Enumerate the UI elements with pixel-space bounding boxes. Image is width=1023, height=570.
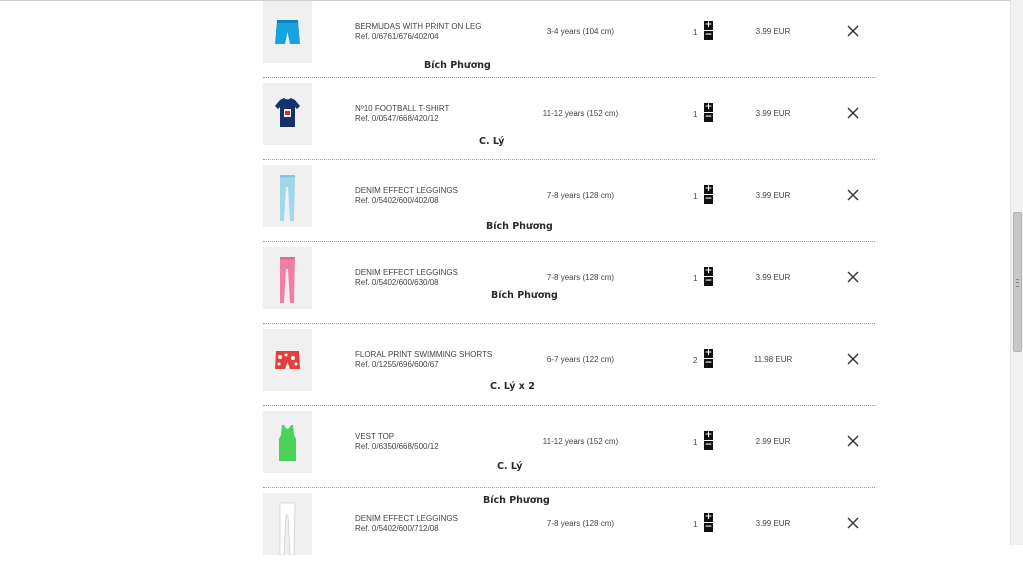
- item-price: 2.99 EUR: [755, 437, 791, 446]
- increase-quantity-button[interactable]: +: [704, 267, 713, 276]
- vertical-scrollbar[interactable]: [1010, 0, 1023, 545]
- buyer-note: Bích Phương: [486, 221, 553, 232]
- decrease-quantity-button[interactable]: −: [704, 523, 713, 532]
- product-ref: Ref. 0/5402/600/630/08: [355, 278, 439, 287]
- scrollbar-grip-icon: [1016, 279, 1019, 287]
- blue-bermuda-shorts-image: [275, 20, 300, 44]
- white-leggings-image: [279, 502, 296, 555]
- remove-item-close-icon[interactable]: [846, 270, 860, 284]
- product-size: 7-8 years (128 cm): [546, 191, 615, 200]
- cart-items-list: BERMUDAS WITH PRINT ON LEG Ref. 0/6761/6…: [263, 0, 875, 555]
- decrease-quantity-button[interactable]: −: [704, 113, 713, 122]
- buyer-note: Bích Phương: [424, 60, 491, 71]
- decrease-quantity-button[interactable]: −: [704, 31, 713, 40]
- decrease-quantity-button[interactable]: −: [704, 441, 713, 450]
- product-thumbnail[interactable]: [263, 1, 312, 63]
- cart-item-row: DENIM EFFECT LEGGINGS Ref. 0/5402/600/71…: [263, 488, 875, 570]
- product-ref: Ref. 0/6350/668/500/12: [355, 442, 439, 451]
- scrollbar-thumb[interactable]: [1013, 212, 1022, 352]
- product-thumbnail[interactable]: [263, 247, 312, 309]
- product-ref: Ref. 0/5402/600/712/08: [355, 524, 439, 533]
- product-name[interactable]: FLORAL PRINT SWIMMING SHORTS: [355, 350, 492, 359]
- cart-item-row: FLORAL PRINT SWIMMING SHORTS Ref. 0/1255…: [263, 324, 875, 406]
- item-price: 3.99 EUR: [755, 191, 791, 200]
- product-size: 7-8 years (128 cm): [546, 273, 615, 282]
- product-size: 3-4 years (104 cm): [546, 27, 615, 36]
- item-price: 3.99 EUR: [755, 519, 791, 528]
- product-name[interactable]: DENIM EFFECT LEGGINGS: [355, 186, 458, 195]
- cart-item-row: DENIM EFFECT LEGGINGS Ref. 0/5402/600/40…: [263, 160, 875, 242]
- remove-item-close-icon[interactable]: [846, 516, 860, 530]
- quantity-value: 1: [693, 110, 698, 119]
- remove-item-close-icon[interactable]: [846, 106, 860, 120]
- product-name[interactable]: Nº10 FOOTBALL T-SHIRT: [355, 104, 449, 113]
- buyer-note: C. Lý: [479, 136, 505, 147]
- product-thumbnail[interactable]: [263, 411, 312, 473]
- cart-item-row: BERMUDAS WITH PRINT ON LEG Ref. 0/6761/6…: [263, 0, 875, 78]
- product-ref: Ref. 0/1255/696/600/67: [355, 360, 439, 369]
- product-size: 7-8 years (128 cm): [546, 519, 615, 528]
- product-ref: Ref. 0/5402/600/402/08: [355, 196, 439, 205]
- quantity-value: 1: [693, 520, 698, 529]
- quantity-value: 2: [693, 356, 698, 365]
- product-thumbnail[interactable]: [263, 83, 312, 145]
- product-size: 6-7 years (122 cm): [546, 355, 615, 364]
- product-name[interactable]: BERMUDAS WITH PRINT ON LEG: [355, 22, 482, 31]
- buyer-note: C. Lý x 2: [490, 381, 535, 392]
- remove-item-close-icon[interactable]: [846, 188, 860, 202]
- item-price: 11.98 EUR: [753, 355, 793, 364]
- decrease-quantity-button[interactable]: −: [704, 277, 713, 286]
- quantity-value: 1: [693, 28, 698, 37]
- product-name[interactable]: DENIM EFFECT LEGGINGS: [355, 268, 458, 277]
- increase-quantity-button[interactable]: +: [704, 349, 713, 358]
- increase-quantity-button[interactable]: +: [704, 185, 713, 194]
- pink-leggings-image: [280, 257, 295, 303]
- remove-item-close-icon[interactable]: [846, 434, 860, 448]
- product-size: 11-12 years (152 cm): [542, 437, 619, 446]
- increase-quantity-button[interactable]: +: [704, 21, 713, 30]
- product-name[interactable]: DENIM EFFECT LEGGINGS: [355, 514, 458, 523]
- floral-swim-shorts-image: [275, 351, 300, 369]
- product-ref: Ref. 0/0547/668/420/12: [355, 114, 439, 123]
- quantity-value: 1: [693, 438, 698, 447]
- quantity-value: 1: [693, 192, 698, 201]
- light-blue-leggings-image: [280, 175, 295, 221]
- navy-football-tshirt-image: [275, 98, 300, 127]
- decrease-quantity-button[interactable]: −: [704, 195, 713, 204]
- cart-item-row: DENIM EFFECT LEGGINGS Ref. 0/5402/600/63…: [263, 242, 875, 324]
- buyer-note: Bích Phương: [483, 495, 550, 506]
- item-price: 3.99 EUR: [755, 273, 791, 282]
- increase-quantity-button[interactable]: +: [704, 431, 713, 440]
- green-vest-top-image: [279, 425, 296, 461]
- quantity-value: 1: [693, 274, 698, 283]
- increase-quantity-button[interactable]: +: [704, 513, 713, 522]
- product-thumbnail[interactable]: [263, 329, 312, 391]
- cart-item-row: VEST TOP Ref. 0/6350/668/500/12 11-12 ye…: [263, 406, 875, 488]
- product-ref: Ref. 0/6761/676/402/04: [355, 32, 439, 41]
- product-thumbnail[interactable]: [263, 493, 312, 555]
- item-price: 3.99 EUR: [755, 27, 791, 36]
- product-size: 11-12 years (152 cm): [542, 109, 619, 118]
- product-name[interactable]: VEST TOP: [355, 432, 394, 441]
- product-thumbnail[interactable]: [263, 165, 312, 227]
- cart-item-row: Nº10 FOOTBALL T-SHIRT Ref. 0/0547/668/42…: [263, 78, 875, 160]
- buyer-note: Bích Phương: [491, 290, 558, 301]
- decrease-quantity-button[interactable]: −: [704, 359, 713, 368]
- remove-item-close-icon[interactable]: [846, 24, 860, 38]
- increase-quantity-button[interactable]: +: [704, 103, 713, 112]
- item-price: 3.99 EUR: [755, 109, 791, 118]
- buyer-note: C. Lý: [497, 461, 523, 472]
- remove-item-close-icon[interactable]: [846, 352, 860, 366]
